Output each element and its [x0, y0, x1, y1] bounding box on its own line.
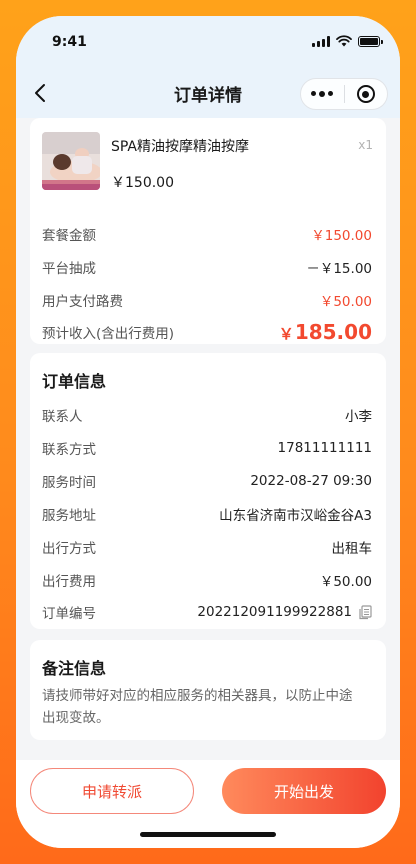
- fee-value: ￥50.00: [319, 294, 372, 310]
- info-row-contact: 联系人 小李: [42, 405, 372, 425]
- income-label: 预计收入(含出行费用): [42, 326, 175, 342]
- phone-screen: 9:41 订单详情 SPA精油按摩精油按摩 x1 ￥150.00 套餐金额 ￥1…: [16, 16, 400, 848]
- info-value[interactable]: 17811111111: [278, 440, 372, 456]
- product-quantity: x1: [358, 138, 373, 152]
- status-bar: 9:41: [16, 16, 400, 68]
- info-row-order-number: 订单编号 202212091199922881: [42, 602, 372, 622]
- product-card: SPA精油按摩精油按摩 x1 ￥150.00 套餐金额 ￥150.00 平台抽成…: [30, 118, 386, 344]
- request-transfer-button[interactable]: 申请转派: [30, 768, 194, 814]
- info-row-address: 服务地址 山东省济南市汉峪金谷A3: [42, 504, 372, 524]
- nav-bar: 订单详情: [16, 68, 400, 118]
- chevron-left-icon: [35, 84, 45, 102]
- more-button[interactable]: [301, 79, 344, 109]
- order-info-card: 订单信息 联系人 小李 联系方式 17811111111 服务时间 2022-0…: [30, 353, 386, 629]
- info-value: 出租车: [331, 541, 373, 557]
- info-label: 出行费用: [42, 574, 96, 590]
- order-number-value: 202212091199922881: [197, 604, 372, 620]
- info-label: 出行方式: [42, 541, 96, 557]
- battery-icon: [358, 35, 383, 47]
- notes-card: 备注信息 请技师带好对应的相应服务的相关器具，以防止中途出现变故。: [30, 640, 386, 740]
- product-thumbnail: [42, 132, 100, 190]
- more-dots-icon: [311, 91, 334, 97]
- status-time: 9:41: [52, 34, 87, 50]
- fee-label: 平台抽成: [42, 261, 96, 277]
- info-label: 服务时间: [42, 475, 96, 491]
- info-value: 2022-08-27 09:30: [250, 473, 372, 489]
- info-label: 服务地址: [42, 508, 96, 524]
- mini-program-capsule: [300, 78, 388, 110]
- wifi-icon: [336, 35, 352, 47]
- signal-icon: [312, 35, 330, 47]
- product-name: SPA精油按摩精油按摩: [111, 139, 250, 155]
- order-number-text: 202212091199922881: [197, 604, 352, 620]
- start-departure-button[interactable]: 开始出发: [222, 768, 386, 814]
- fee-label: 用户支付路费: [42, 294, 123, 310]
- back-button[interactable]: [24, 77, 56, 109]
- fee-row-commission: 平台抽成 －￥15.00: [42, 257, 372, 277]
- fee-label: 套餐金额: [42, 228, 96, 244]
- info-row-phone: 联系方式 17811111111: [42, 438, 372, 458]
- status-icons: [312, 35, 383, 47]
- target-icon: [356, 85, 375, 103]
- close-mini-program-button[interactable]: [345, 79, 388, 109]
- info-row-service-time: 服务时间 2022-08-27 09:30: [42, 471, 372, 491]
- fee-row-package: 套餐金额 ￥150.00: [42, 224, 372, 244]
- info-value: 小李: [345, 409, 372, 425]
- fee-row-travel: 用户支付路费 ￥50.00: [42, 290, 372, 310]
- home-indicator: [140, 832, 276, 837]
- info-value: 山东省济南市汉峪金谷A3: [219, 508, 372, 524]
- order-info-title: 订单信息: [42, 372, 107, 391]
- info-label: 联系方式: [42, 442, 96, 458]
- info-row-travel-fee: 出行费用 ￥50.00: [42, 570, 372, 590]
- income-amount: ￥185.00: [278, 320, 372, 344]
- fee-value: －￥15.00: [306, 261, 372, 277]
- notes-text: 请技师带好对应的相应服务的相关器具，以防止中途出现变故。: [42, 688, 353, 726]
- fee-value: ￥150.00: [311, 228, 372, 244]
- info-label: 联系人: [42, 409, 83, 425]
- info-value: ￥50.00: [319, 574, 372, 590]
- info-row-travel-mode: 出行方式 出租车: [42, 537, 372, 557]
- income-row: 预计收入(含出行费用) ￥185.00: [42, 320, 372, 344]
- info-label: 订单编号: [42, 606, 96, 622]
- copy-icon[interactable]: [358, 604, 372, 620]
- notes-title: 备注信息: [42, 659, 107, 678]
- product-price: ￥150.00: [111, 175, 174, 191]
